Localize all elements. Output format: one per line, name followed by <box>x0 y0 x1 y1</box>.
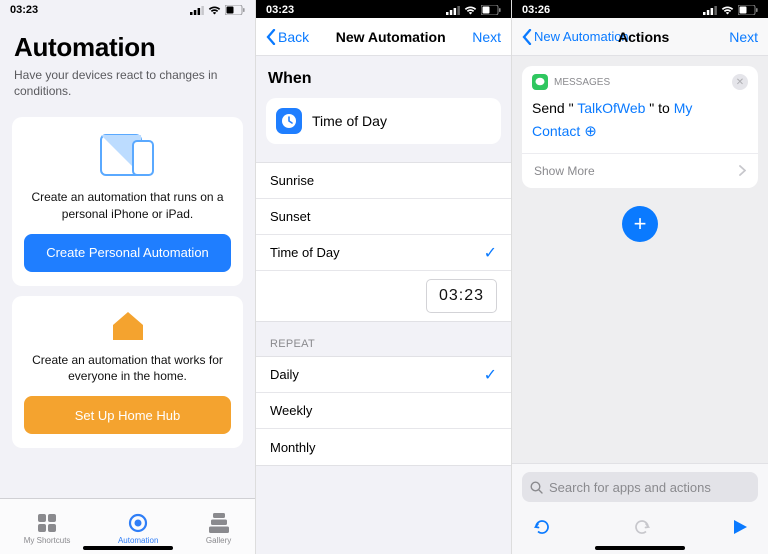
battery-icon <box>481 5 501 15</box>
page-title: Automation <box>14 32 241 63</box>
screen-automation-home: 03:23 Automation Have your devices react… <box>0 0 256 554</box>
chevron-left-icon <box>266 29 276 45</box>
status-icons <box>703 5 758 15</box>
send-message-action-card[interactable]: MESSAGES ✕ Send " TalkOfWeb " to My Cont… <box>522 66 758 188</box>
next-button[interactable]: Next <box>472 29 501 45</box>
chevron-right-icon <box>739 165 746 176</box>
wifi-icon <box>721 6 734 15</box>
message-text-token[interactable]: TalkOfWeb <box>577 100 645 116</box>
card-personal-text: Create an automation that runs on a pers… <box>24 189 231 221</box>
messages-app-icon <box>532 74 548 90</box>
action-description: Send " TalkOfWeb " to My Contact⊕ <box>522 98 758 153</box>
remove-action-button[interactable]: ✕ <box>732 74 748 90</box>
bottom-toolbar: Search for apps and actions <box>512 463 768 554</box>
redo-button[interactable] <box>632 517 652 537</box>
app-name: MESSAGES <box>554 77 610 88</box>
nav-title: New Automation <box>336 29 446 45</box>
search-icon <box>530 481 543 494</box>
time-picker-row: 03:23 <box>256 271 511 321</box>
next-button[interactable]: Next <box>729 29 758 45</box>
home-indicator[interactable] <box>83 546 173 550</box>
create-personal-automation-button[interactable]: Create Personal Automation <box>24 234 231 272</box>
home-indicator[interactable] <box>595 546 685 550</box>
status-time: 03:23 <box>10 4 38 16</box>
status-time: 03:26 <box>522 4 550 16</box>
card-home-text: Create an automation that works for ever… <box>24 352 231 384</box>
signal-icon <box>190 6 204 15</box>
tab-gallery[interactable]: Gallery <box>206 513 231 545</box>
search-field[interactable]: Search for apps and actions <box>522 472 758 502</box>
signal-icon <box>703 6 717 15</box>
option-sunrise[interactable]: Sunrise <box>256 163 511 199</box>
repeat-weekly[interactable]: Weekly <box>256 393 511 429</box>
signal-icon <box>446 6 460 15</box>
status-bar: 03:23 <box>0 0 255 18</box>
add-action-button[interactable]: + <box>622 206 658 242</box>
status-icons <box>190 5 245 15</box>
tab-label: Automation <box>118 536 158 545</box>
screen-new-automation-time: 03:23 Back New Automation Next When Time… <box>256 0 512 554</box>
tab-automation[interactable]: Automation <box>118 513 158 545</box>
card-home-hub: Create an automation that works for ever… <box>12 296 243 448</box>
option-time-of-day[interactable]: Time of Day✓ <box>256 235 511 271</box>
repeat-label: REPEAT <box>256 322 511 356</box>
nav-bar: New Automation Actions Next <box>512 18 768 56</box>
back-button[interactable]: Back <box>266 29 309 45</box>
nav-title: Actions <box>618 29 669 45</box>
page-subtitle: Have your devices react to changes in co… <box>14 67 241 99</box>
gallery-icon <box>209 513 229 533</box>
show-more-button[interactable]: Show More <box>522 153 758 188</box>
automation-icon <box>128 513 148 533</box>
status-bar: 03:23 <box>256 0 511 18</box>
status-time: 03:23 <box>266 4 294 16</box>
check-icon: ✓ <box>484 365 497 385</box>
run-button[interactable] <box>732 519 748 535</box>
repeat-daily[interactable]: Daily✓ <box>256 357 511 393</box>
status-icons <box>446 5 501 15</box>
wifi-icon <box>464 6 477 15</box>
option-sunset[interactable]: Sunset <box>256 199 511 235</box>
tab-my-shortcuts[interactable]: My Shortcuts <box>24 513 71 545</box>
tile-label: Time of Day <box>312 113 387 129</box>
repeat-list: Daily✓ Weekly Monthly <box>256 356 511 466</box>
time-picker[interactable]: 03:23 <box>426 279 497 313</box>
tab-label: My Shortcuts <box>24 536 71 545</box>
undo-button[interactable] <box>532 517 552 537</box>
wifi-icon <box>208 6 221 15</box>
clock-icon <box>276 108 302 134</box>
search-placeholder: Search for apps and actions <box>549 480 711 495</box>
time-of-day-tile[interactable]: Time of Day <box>266 98 501 144</box>
add-recipient-button[interactable]: ⊕ <box>584 123 597 140</box>
screen-actions: 03:26 New Automation Actions Next MESSAG… <box>512 0 768 554</box>
devices-icon <box>93 131 163 179</box>
chevron-left-icon <box>522 29 532 45</box>
battery-icon <box>225 5 245 15</box>
tab-bar: My Shortcuts Automation Gallery <box>0 498 255 554</box>
set-up-home-hub-button[interactable]: Set Up Home Hub <box>24 396 231 434</box>
card-personal-automation: Create an automation that runs on a pers… <box>12 117 243 285</box>
battery-icon <box>738 5 758 15</box>
tab-label: Gallery <box>206 536 231 545</box>
grid-icon <box>37 513 57 533</box>
repeat-monthly[interactable]: Monthly <box>256 429 511 465</box>
time-options-list: Sunrise Sunset Time of Day✓ 03:23 <box>256 162 511 322</box>
status-bar: 03:26 <box>512 0 768 18</box>
home-icon <box>110 310 146 342</box>
nav-bar: Back New Automation Next <box>256 18 511 56</box>
back-button[interactable]: New Automation <box>522 29 629 45</box>
when-header: When <box>256 56 511 98</box>
check-icon: ✓ <box>484 243 497 263</box>
